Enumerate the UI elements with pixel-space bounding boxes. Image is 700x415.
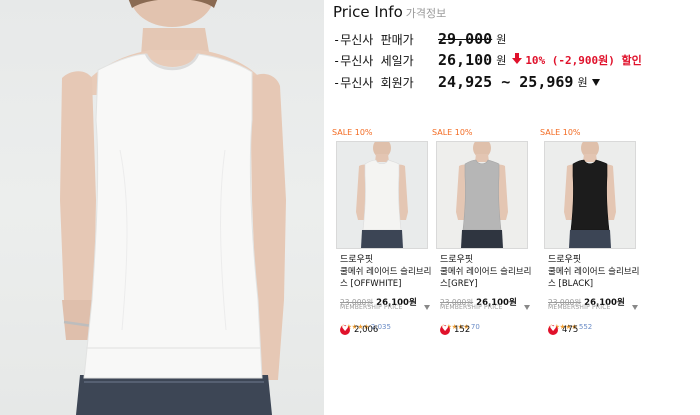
product-card-black[interactable]: SALE 10% 드로우핏 쿨메쉬 레이어드 슬리브리스 [BLACK] 23,… xyxy=(540,128,644,343)
product-brand: 드로우핏 xyxy=(340,255,374,265)
discount-text: 10% (-2,900원) 할인 xyxy=(525,54,642,67)
main-product-photo xyxy=(0,0,324,415)
member-price-toggle-icon[interactable] xyxy=(591,78,600,86)
price-info-panel: Price Info 가격정보 -무신사 판매가 29,000 원 -무신사 세일… xyxy=(333,0,700,120)
membership-dropdown-icon[interactable] xyxy=(632,305,638,310)
review-count[interactable]: 552 xyxy=(579,323,592,331)
like-button[interactable]: 152 xyxy=(440,324,471,335)
product-name-link[interactable]: 쿨메쉬 레이어드 슬리브리스[GREY] xyxy=(440,266,534,290)
product-card-offwhite[interactable]: SALE 10% 드로우핏 쿨메쉬 레이어드 슬리브리스 [OFFWHITE] … xyxy=(332,128,436,343)
sale-badge: SALE 10% xyxy=(332,128,373,137)
membership-price-label: MEMBERSHIP PRICE xyxy=(548,304,611,311)
product-name-link[interactable]: 쿨메쉬 레이어드 슬리브리스 [BLACK] xyxy=(548,266,642,290)
member-price-value: 24,925 ~ 25,969 xyxy=(438,73,574,91)
heart-icon xyxy=(340,324,350,335)
like-count: 152 xyxy=(454,325,471,335)
heart-icon xyxy=(440,324,450,335)
product-thumbnail[interactable] xyxy=(336,141,428,249)
arrow-down-icon xyxy=(512,53,523,64)
product-name-link[interactable]: 쿨메쉬 레이어드 슬리브리스 [OFFWHITE] xyxy=(340,266,434,290)
like-count: 475 xyxy=(562,325,579,335)
product-thumbnail[interactable] xyxy=(544,141,636,249)
sale-price-value: 26,100 xyxy=(438,51,493,69)
discount-info: 10% (-2,900원) 할인 xyxy=(512,52,642,68)
musinsa-price-row: -무신사 판매가 29,000 원 xyxy=(333,29,506,49)
price-info-header: Price Info 가격정보 xyxy=(333,2,446,21)
sale-badge: SALE 10% xyxy=(540,128,581,137)
sale-price-unit: 원 xyxy=(496,54,507,67)
product-brand: 드로우핏 xyxy=(440,255,474,265)
product-card-grey[interactable]: SALE 10% 드로우핏 쿨메쉬 레이어드 슬리브리스[GREY] 23,00… xyxy=(432,128,536,343)
like-button[interactable]: 2,006 xyxy=(340,324,379,335)
musinsa-price-value: 29,000 xyxy=(438,30,493,48)
membership-price-label: MEMBERSHIP PRICE xyxy=(340,304,403,311)
musinsa-price-label: -무신사 판매가 xyxy=(333,32,414,47)
like-count: 2,006 xyxy=(354,325,379,335)
price-info-title: Price Info xyxy=(333,3,403,21)
heart-icon xyxy=(548,324,558,335)
membership-price-row: MEMBERSHIP PRICE xyxy=(340,304,430,311)
like-button[interactable]: 475 xyxy=(548,324,579,335)
member-price-label: -무신사 회원가 xyxy=(333,75,414,90)
membership-price-label: MEMBERSHIP PRICE xyxy=(440,304,503,311)
member-price-unit: 원 xyxy=(577,76,588,89)
membership-dropdown-icon[interactable] xyxy=(524,305,530,310)
membership-dropdown-icon[interactable] xyxy=(424,305,430,310)
sale-price-row: -무신사 세일가 26,100 원 10% (-2,900원) 할인 xyxy=(333,50,642,70)
review-count[interactable]: 70 xyxy=(471,323,480,331)
product-brand: 드로우핏 xyxy=(548,255,582,265)
membership-price-row: MEMBERSHIP PRICE xyxy=(440,304,530,311)
product-thumbnail[interactable] xyxy=(436,141,528,249)
membership-price-row: MEMBERSHIP PRICE xyxy=(548,304,638,311)
sale-price-label: -무신사 세일가 xyxy=(333,53,414,68)
member-price-row: -무신사 회원가 24,925 ~ 25,969 원 xyxy=(333,72,600,92)
sale-badge: SALE 10% xyxy=(432,128,473,137)
price-info-subtitle: 가격정보 xyxy=(405,7,447,20)
musinsa-price-unit: 원 xyxy=(496,33,507,46)
